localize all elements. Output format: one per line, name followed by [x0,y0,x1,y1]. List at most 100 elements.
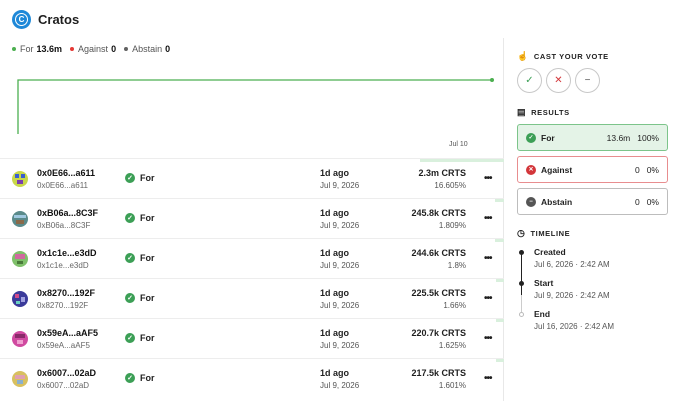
voter-address[interactable]: 0xB06a...8C3F [37,208,98,218]
for-dot-icon [12,47,16,51]
result-against: ✕ Against 0 0% [517,156,668,183]
result-abstain-label: Abstain [541,196,573,207]
result-abstain-percent: 0% [646,196,659,207]
check-icon: ✓ [125,213,135,223]
more-options-icon[interactable]: ••• [484,333,492,344]
timeline-start-label: Start [534,278,554,288]
votes-list: 0x0E66...a611 0x0E66...a611 ✓ For 1d ago … [0,158,504,398]
vote-date: Jul 9, 2026 [320,341,360,350]
timeline-end-date: Jul 16, 2026 · 2:42 AM [534,322,615,331]
proposal-header: C Cratos [0,0,504,38]
legend-against-value: 0 [111,44,117,54]
avatar [12,211,28,227]
voting-power: 217.5k CRTS [411,368,466,378]
minus-icon: − [526,196,536,207]
voter-address-sub: 0x59eA...aAF5 [37,341,90,350]
result-abstain-value: 0 [634,196,640,207]
chart-x-tick: Jul 10 [449,141,468,148]
timeline-created: Created Jul 6, 2026 · 2:42 AM [534,247,610,269]
timeline-created-label: Created [534,247,566,257]
cast-vote-title: CAST YOUR VOTE [533,52,609,61]
voter-address[interactable]: 0x6007...02aD [37,368,96,378]
votes-chart [17,78,494,134]
series-point-for [490,78,494,82]
close-icon: ✕ [526,164,536,175]
vote-row[interactable]: 0x59eA...aAF5 0x59eA...aAF5 ✓ For 1d ago … [0,318,504,358]
vote-row[interactable]: 0x0E66...a611 0x0E66...a611 ✓ For 1d ago … [0,158,504,198]
voter-address[interactable]: 0x1c1e...e3dD [37,248,97,258]
vote-choice-label: For [140,173,155,183]
avatar [12,371,28,387]
vote-share-bar [420,159,504,162]
check-icon: ✓ [125,293,135,303]
vote-time: 1d ago [320,288,350,298]
minus-icon: − [584,75,591,86]
check-icon: ✓ [125,253,135,263]
avatar [12,171,28,187]
voter-address[interactable]: 0x0E66...a611 [37,168,95,178]
vote-against-button[interactable]: ✕ [546,68,571,93]
results-title: RESULTS [531,108,570,117]
timeline-title: TIMELINE [530,229,571,238]
vote-percent: 1.8% [447,261,466,270]
vote-percent: 1.66% [443,301,466,310]
vote-share-bar [495,319,504,322]
vote-share-bar [494,199,504,202]
vote-time: 1d ago [320,208,350,218]
voting-power: 225.5k CRTS [411,288,466,298]
more-options-icon[interactable]: ••• [484,173,492,184]
vote-choice-label: For [140,333,155,343]
legend-for-label: For [20,44,34,54]
results-heading: ▤ RESULTS [517,107,570,118]
series-line-for [17,79,492,134]
vote-for-button[interactable]: ✓ [517,68,542,93]
vote-time: 1d ago [320,168,350,178]
clock-icon: ◷ [517,228,526,238]
chart-icon: ▤ [517,107,527,117]
result-for: ✓ For 13.6m 100% [517,124,668,151]
voter-address-sub: 0x1c1e...e3dD [37,261,89,270]
more-options-icon[interactable]: ••• [484,253,492,264]
result-against-label: Against [541,164,573,175]
result-for-percent: 100% [637,132,659,143]
vote-share-bar [494,239,504,242]
timeline-dot [519,250,524,255]
vote-date: Jul 9, 2026 [320,221,360,230]
vote-date: Jul 9, 2026 [320,301,360,310]
check-icon: ✓ [125,333,135,343]
check-icon: ✓ [125,373,135,383]
voter-address[interactable]: 0x8270...192F [37,288,95,298]
vote-abstain-button[interactable]: − [575,68,600,93]
timeline-heading: ◷ TIMELINE [517,228,570,239]
timeline-end: End Jul 16, 2026 · 2:42 AM [534,309,614,331]
vote-row[interactable]: 0x1c1e...e3dD 0x1c1e...e3dD ✓ For 1d ago … [0,238,504,278]
voting-power: 220.7k CRTS [411,328,466,338]
timeline-created-date: Jul 6, 2026 · 2:42 AM [534,260,610,269]
vote-percent: 1.625% [438,341,466,350]
more-options-icon[interactable]: ••• [484,373,492,384]
vote-percent: 16.605% [434,181,466,190]
avatar [12,331,28,347]
cratos-logo: C [12,9,31,29]
vote-row[interactable]: 0xB06a...8C3F 0xB06a...8C3F ✓ For 1d ago … [0,198,504,238]
vote-row[interactable]: 0x6007...02aD 0x6007...02aD ✓ For 1d ago … [0,358,504,398]
check-icon: ✓ [125,173,135,183]
vote-share-bar [495,279,504,282]
voter-address[interactable]: 0x59eA...aAF5 [37,328,98,338]
vote-date: Jul 9, 2026 [320,181,360,190]
more-options-icon[interactable]: ••• [484,293,492,304]
vote-date: Jul 9, 2026 [320,381,360,390]
vote-choice-label: For [140,213,155,223]
voting-power: 2.3m CRTS [418,168,466,178]
voter-address-sub: 0x0E66...a611 [37,181,89,190]
result-abstain: − Abstain 0 0% [517,188,668,215]
vote-choice: ✓ For [125,333,155,343]
legend-abstain-label: Abstain [132,44,163,54]
vote-row[interactable]: 0x8270...192F 0x8270...192F ✓ For 1d ago … [0,278,504,318]
vote-choice: ✓ For [125,293,155,303]
avatar [12,251,28,267]
more-options-icon[interactable]: ••• [484,213,492,224]
close-icon: ✕ [554,75,563,86]
result-against-value: 0 [634,164,640,175]
avatar [12,291,28,307]
